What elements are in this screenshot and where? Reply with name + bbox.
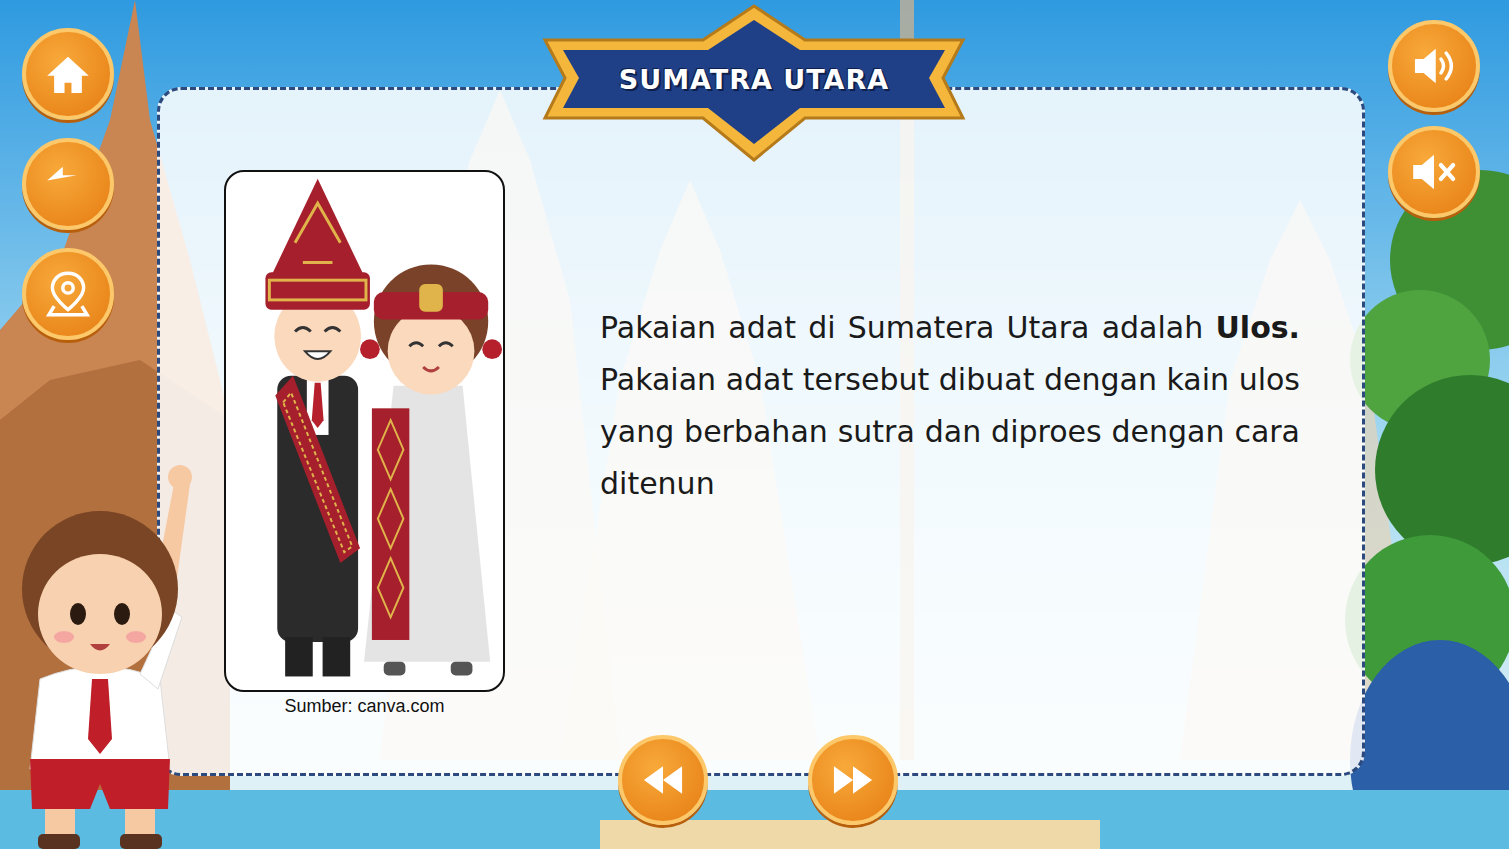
description-text: Pakaian adat di Sumatera Utara adalah Ul… xyxy=(600,302,1300,510)
location-pin-icon xyxy=(42,268,94,320)
content-card: Sumber: canva.com Pakaian adat di Sumater… xyxy=(157,87,1365,776)
illustration-frame xyxy=(224,170,505,692)
description-segment: Ulos. xyxy=(1215,310,1300,345)
back-button[interactable] xyxy=(22,138,114,230)
description-segment: Pakaian adat di Sumatera Utara adalah xyxy=(600,310,1215,345)
mute-button[interactable] xyxy=(1388,126,1480,218)
right-toolbar xyxy=(1365,0,1509,218)
left-toolbar xyxy=(0,0,157,340)
home-button[interactable] xyxy=(22,28,114,120)
figure: Sumber: canva.com xyxy=(224,170,505,717)
sound-on-button[interactable] xyxy=(1388,20,1480,112)
title-banner: SUMATRA UTARA xyxy=(533,0,975,168)
image-caption: Sumber: canva.com xyxy=(284,696,444,717)
page-title: SUMATRA UTARA xyxy=(619,64,889,95)
page: Sumber: canva.com Pakaian adat di Sumater… xyxy=(0,0,1509,849)
home-icon xyxy=(42,48,94,100)
previous-button[interactable] xyxy=(618,735,708,825)
description-segment: Pakaian adat tersebut dibuat dengan kain… xyxy=(600,362,1300,501)
rewind-icon xyxy=(637,754,689,806)
back-arrow-icon xyxy=(42,158,94,210)
boy-character-icon xyxy=(0,439,200,849)
map-button[interactable] xyxy=(22,248,114,340)
speaker-muted-icon xyxy=(1408,146,1460,198)
speaker-icon xyxy=(1408,40,1460,92)
ulos-couple-icon xyxy=(226,172,503,690)
fast-forward-icon xyxy=(827,754,879,806)
next-button[interactable] xyxy=(808,735,898,825)
